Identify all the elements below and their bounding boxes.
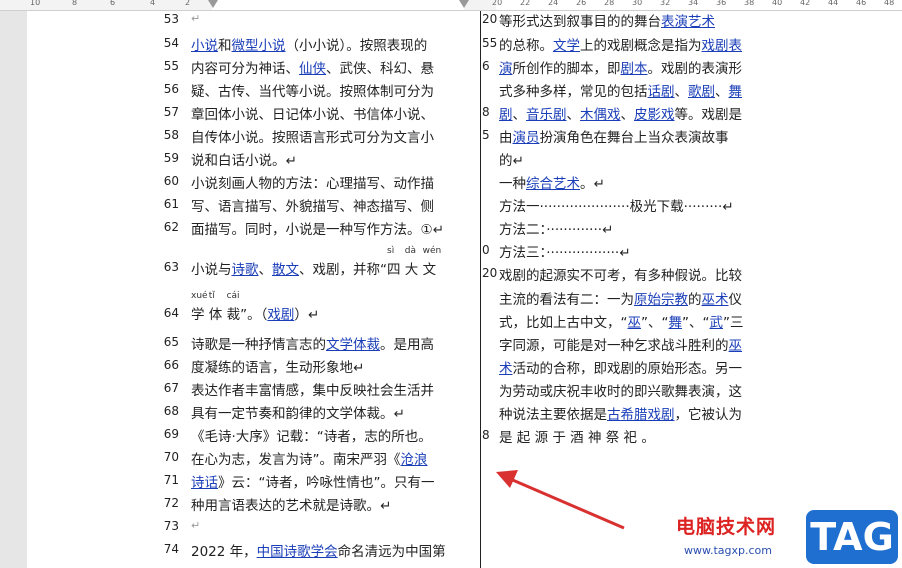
watermark-url: www.tagxp.com — [684, 544, 772, 557]
watermark-site-name: 电脑技术网 — [676, 516, 777, 538]
tag-logo: TAG — [806, 510, 898, 564]
arrow-head — [496, 470, 518, 488]
annotation-arrow — [496, 470, 625, 530]
arrow-shaft — [507, 476, 625, 530]
